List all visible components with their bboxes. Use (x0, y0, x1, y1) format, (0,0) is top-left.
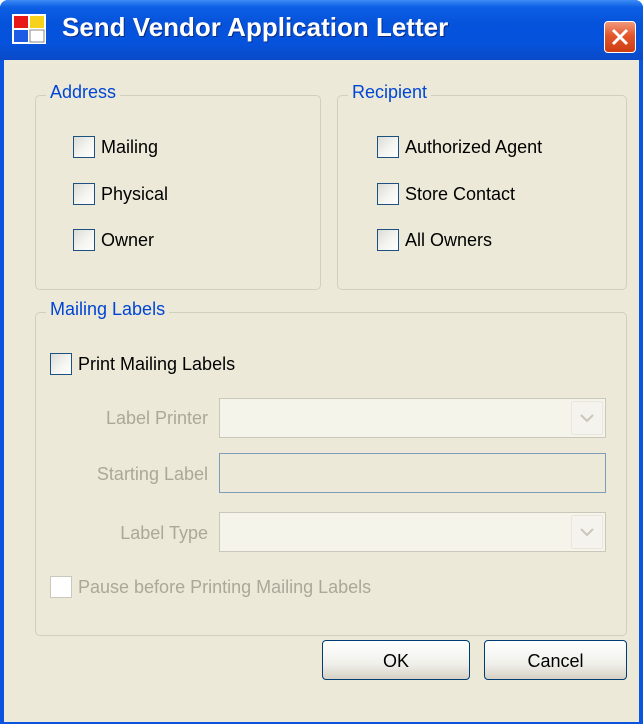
close-icon (611, 28, 629, 46)
window-title: Send Vendor Application Letter (62, 12, 449, 42)
checkbox-box[interactable] (50, 576, 72, 598)
checkbox-box[interactable] (50, 353, 72, 375)
label-printer-label: Label Printer (105, 408, 208, 428)
checkbox-label: Physical (101, 184, 169, 204)
checkbox-label: Owner (101, 230, 155, 250)
label-type-label: Label Type (120, 523, 208, 543)
app-window-icon (12, 14, 46, 44)
dropdown-button[interactable] (571, 515, 603, 549)
recipient-group-legend: Recipient (348, 82, 432, 103)
checkbox-box[interactable] (377, 229, 399, 251)
checkbox-box[interactable] (73, 229, 95, 251)
label-type-dropdown[interactable] (219, 512, 606, 552)
checkbox-label: Print Mailing Labels (78, 354, 236, 374)
dropdown-button[interactable] (571, 401, 603, 435)
checkbox-box[interactable] (377, 136, 399, 158)
starting-label-input[interactable] (219, 453, 606, 493)
checkbox-box[interactable] (73, 183, 95, 205)
starting-label-label: Starting Label (96, 464, 208, 484)
close-button[interactable] (604, 21, 636, 53)
title-bar[interactable]: Send Vendor Application Letter (0, 0, 643, 60)
checkbox-label: Store Contact (405, 184, 516, 204)
checkbox-box[interactable] (73, 136, 95, 158)
mailing-labels-group-legend: Mailing Labels (46, 299, 170, 320)
address-group: Address Mailing Physical Owner (35, 82, 321, 290)
checkbox-label: Mailing (101, 137, 159, 157)
chevron-down-icon (580, 528, 594, 537)
recipient-group: Recipient Authorized Agent Store Contact… (337, 82, 627, 290)
cancel-button[interactable]: Cancel (484, 640, 627, 680)
mailing-labels-group: Mailing Labels Print Mailing Labels Labe… (35, 299, 627, 636)
label-printer-dropdown[interactable] (219, 398, 606, 438)
checkbox-label: Pause before Printing Mailing Labels (78, 577, 372, 597)
checkbox-box[interactable] (377, 183, 399, 205)
chevron-down-icon (580, 414, 594, 423)
checkbox-label: All Owners (405, 230, 493, 250)
dialog-window: Send Vendor Application Letter Address M… (0, 0, 643, 724)
checkbox-label: Authorized Agent (405, 137, 543, 157)
dialog-client-area: Address Mailing Physical Owner Recipient… (4, 60, 639, 722)
ok-button[interactable]: OK (322, 640, 470, 680)
address-group-legend: Address (46, 82, 121, 103)
